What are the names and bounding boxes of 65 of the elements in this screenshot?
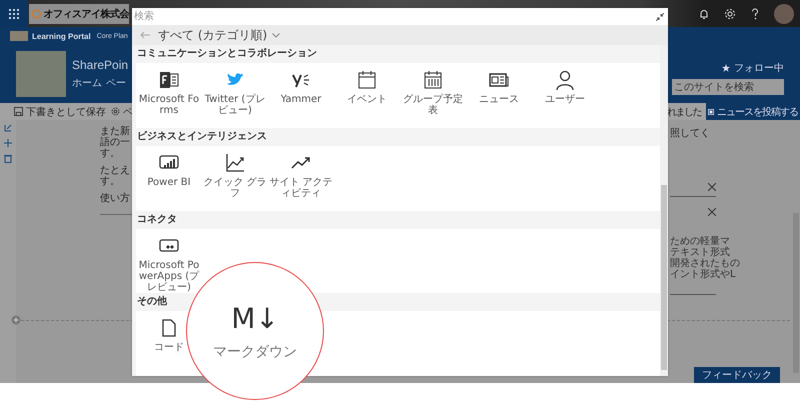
collapse-button[interactable] xyxy=(652,8,668,25)
add-section-icon[interactable] xyxy=(11,315,21,325)
site-name-link[interactable]: Learning Portal xyxy=(32,32,91,40)
edit-icon[interactable] xyxy=(4,124,12,132)
description-text: 開発されたもの xyxy=(670,258,740,269)
web-part-tile[interactable]: ニュース xyxy=(466,63,532,128)
company-logo[interactable]: オフィスアイ株式会 xyxy=(29,4,129,24)
web-part-tile[interactable]: Twitter (プレビュー) xyxy=(202,63,268,128)
description-text: イント形式やL xyxy=(670,269,736,280)
calendar-grid-icon xyxy=(422,69,444,91)
post-news-button[interactable]: ニュースを投稿する xyxy=(706,103,800,120)
logo-icon xyxy=(31,8,42,20)
waffle-icon xyxy=(9,8,19,18)
book-icon xyxy=(708,108,714,116)
save-draft-button[interactable]: 下書きとして保存 xyxy=(26,104,106,118)
move-icon[interactable] xyxy=(4,139,12,147)
nav-link[interactable]: ペー xyxy=(106,76,126,90)
description-text: ための軽量マ xyxy=(670,236,730,247)
settings-icon[interactable] xyxy=(111,107,120,116)
follow-button[interactable]: フォロー中 xyxy=(722,61,784,75)
paragraph-text: 語の一 xyxy=(100,137,130,148)
paragraph-text: また新 xyxy=(100,126,130,137)
status-text: れました xyxy=(667,106,701,118)
page-details-button[interactable]: ペ xyxy=(123,104,133,118)
site-logo-image xyxy=(10,31,28,41)
search-field[interactable]: 検索 xyxy=(132,8,652,25)
avatar[interactable] xyxy=(774,4,794,24)
collapse-icon xyxy=(656,12,664,20)
description-text: テキスト形式 xyxy=(670,247,730,258)
web-part-tile[interactable]: グループ予定表 xyxy=(400,63,466,128)
web-part-tile[interactable]: イベント xyxy=(334,63,400,128)
web-part-tile[interactable]: Microsoft Forms xyxy=(136,63,202,128)
person-icon xyxy=(554,69,576,91)
web-part-tile[interactable]: サイト アクティビティ xyxy=(268,146,334,210)
company-name: オフィスアイ株式会 xyxy=(44,8,129,20)
feedback-button[interactable]: フィードバック xyxy=(694,367,780,383)
close-icon[interactable] xyxy=(708,183,716,191)
save-icon xyxy=(14,107,23,116)
photo-placeholder xyxy=(16,51,66,97)
calendar-icon xyxy=(356,69,378,91)
web-part-tile[interactable]: Yammer xyxy=(268,63,334,128)
delete-icon[interactable] xyxy=(4,154,12,163)
app-launcher-button[interactable] xyxy=(0,0,28,27)
bell-icon[interactable] xyxy=(698,8,710,20)
web-part-tile[interactable]: コード xyxy=(136,311,202,376)
chevron-down-icon xyxy=(272,32,280,38)
web-part-tile[interactable]: ユーザー xyxy=(532,63,598,128)
star-icon xyxy=(722,64,730,72)
web-part-tile[interactable]: クイック グラフ xyxy=(202,146,268,210)
web-part-tile[interactable]: Power BI xyxy=(136,146,202,210)
paragraph-text: 使い方 xyxy=(100,193,130,204)
web-part-tile[interactable]: Microsoft PowerApps (プレビュー) xyxy=(136,228,202,294)
paragraph-text: 照してく xyxy=(670,128,711,139)
form-letter-icon xyxy=(158,69,180,91)
category-dropdown[interactable]: すべて (カテゴリ順) xyxy=(158,26,280,44)
paragraph-text: す。 xyxy=(100,148,120,159)
line-chart-icon xyxy=(224,152,246,174)
nav-link[interactable]: ホーム xyxy=(72,76,102,90)
site-title: SharePoin xyxy=(72,58,128,72)
close-icon[interactable] xyxy=(708,208,716,216)
paragraph-text: す。 xyxy=(100,176,120,187)
paragraph-text: たとえ xyxy=(100,165,130,176)
help-icon[interactable] xyxy=(750,8,760,20)
site-search-field[interactable]: このサイトを検索 xyxy=(672,79,784,95)
web-part-label: マークダウン xyxy=(213,342,297,360)
